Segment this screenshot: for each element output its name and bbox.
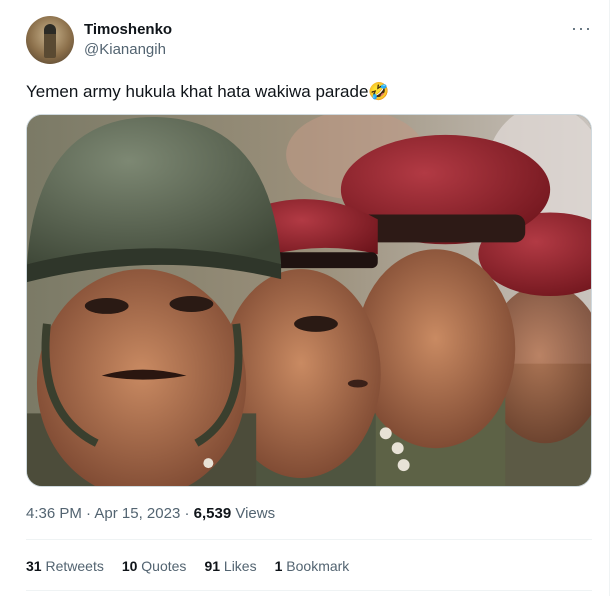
quotes-stat[interactable]: 10 Quotes <box>122 556 187 576</box>
avatar[interactable] <box>26 16 74 64</box>
meta-separator: · <box>86 505 92 522</box>
tweet-card: Timoshenko @Kianangih ··· Yemen army huk… <box>0 0 610 596</box>
author-handle[interactable]: @Kianangih <box>84 40 172 60</box>
tweet-text: Yemen army hukula khat hata wakiwa parad… <box>26 81 586 103</box>
likes-stat[interactable]: 91 Likes <box>204 556 256 576</box>
tweet-body: Yemen army hukula khat hata wakiwa parad… <box>26 82 369 101</box>
engagement-stats: 31 Retweets 10 Quotes 91 Likes 1 Bookmar… <box>26 556 349 576</box>
tweet-date[interactable]: Apr 15, 2023 <box>94 505 180 522</box>
author-block[interactable]: Timoshenko @Kianangih <box>84 20 172 60</box>
tweet-header: Timoshenko @Kianangih ··· <box>26 16 598 66</box>
retweets-label: Retweets <box>45 558 104 574</box>
rofl-emoji-icon: 🤣 <box>368 82 390 101</box>
tweet-photo[interactable] <box>26 114 592 487</box>
divider <box>26 539 592 540</box>
tweet-meta: 4:36 PM · Apr 15, 2023 · 6,539 Views <box>26 504 275 524</box>
bookmarks-count: 1 <box>274 558 283 574</box>
more-options-icon[interactable]: ··· <box>571 18 592 38</box>
quotes-label: Quotes <box>141 558 187 574</box>
views-label: Views <box>235 505 276 522</box>
bookmarks-label: Bookmark <box>286 558 350 574</box>
likes-label: Likes <box>223 558 257 574</box>
tweet-time[interactable]: 4:36 PM <box>26 505 82 522</box>
likes-count: 91 <box>204 558 221 574</box>
author-display-name[interactable]: Timoshenko <box>84 20 172 40</box>
bookmarks-stat[interactable]: 1 Bookmark <box>275 556 350 576</box>
avatar-figure-icon <box>44 24 56 58</box>
meta-separator: · <box>184 505 190 522</box>
retweets-stat[interactable]: 31 Retweets <box>26 556 104 576</box>
retweets-count: 31 <box>26 558 42 574</box>
views-count: 6,539 <box>193 505 232 522</box>
quotes-count: 10 <box>121 558 138 574</box>
soldiers-photo-illustration <box>27 115 591 486</box>
divider <box>26 590 592 591</box>
